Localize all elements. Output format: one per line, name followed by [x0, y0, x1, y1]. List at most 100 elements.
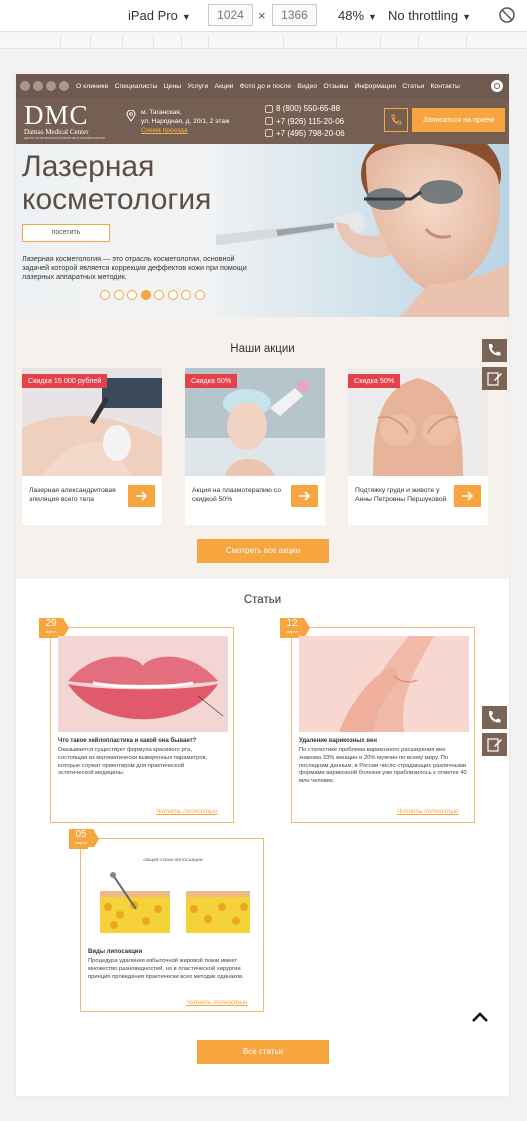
slider-dots	[100, 290, 208, 300]
promo-card[interactable]: Скидка 15 000 рублей Лазерная александри…	[22, 368, 162, 525]
read-more-link[interactable]: Читать полностью	[156, 808, 217, 815]
height-input[interactable]: 1366	[272, 4, 317, 26]
logo[interactable]: DMC Damas Medical Center ЦЕНТР ЭСТЕТИЧЕС…	[24, 101, 105, 140]
callback-button[interactable]	[384, 108, 408, 132]
slider-dot[interactable]	[127, 290, 137, 300]
callback-fab[interactable]	[482, 706, 507, 729]
phone-number[interactable]: 8 (800) 550-65-88	[276, 103, 345, 116]
slider-dot[interactable]	[194, 290, 205, 300]
slider-dot[interactable]	[113, 290, 124, 300]
hero-slider: Лазерная косметология посетить Лазерная …	[16, 144, 509, 317]
article-excerpt: По статистике проблема варикозного расши…	[299, 747, 467, 785]
read-more-link[interactable]: Читать полностью	[397, 808, 458, 815]
phone-icon	[265, 129, 273, 137]
callback-fab[interactable]	[482, 339, 507, 362]
write-fab[interactable]	[482, 733, 507, 756]
slider-dot[interactable]	[154, 290, 164, 300]
logo-tagline: ЦЕНТР ЭСТЕТИЧЕСКОЙ ХИРУРГИИ И КОСМЕТОЛОГ…	[24, 136, 105, 140]
devtools-toolbar: iPad Pro ▼ 1024 × 1366 48% ▼ No throttling…	[0, 0, 527, 32]
youtube-icon[interactable]	[46, 81, 56, 91]
chevron-down-icon: ▼	[181, 12, 191, 22]
hero-title: Лазерная косметология	[22, 150, 211, 216]
promo-arrow-button[interactable]	[454, 485, 481, 507]
article-excerpt: Оказывается существует формула красивого…	[58, 747, 208, 777]
promo-card[interactable]: Скидка 50% Подтяжку груди и животе у Анн…	[348, 368, 488, 525]
address-line: м. Таганская,	[141, 109, 182, 116]
section-title: Наши акции	[230, 343, 295, 355]
promo-arrow-button[interactable]	[128, 485, 155, 507]
chevron-down-icon: ▼	[462, 12, 472, 22]
address-line: ул. Народная, д. 20/1, 2 этаж	[141, 118, 230, 125]
article-date-badge: 12 марта	[280, 618, 310, 638]
width-input[interactable]: 1024	[208, 4, 253, 26]
instagram-icon[interactable]	[33, 81, 43, 91]
promo-text: Акция на плазмотерапию со скидкой 50%	[192, 487, 282, 503]
promo-card[interactable]: Скидка 50% Акция на плазмотерапию со ски…	[185, 368, 325, 525]
article-card[interactable]: 12 марта Удаление варикозных вен По стат…	[280, 618, 475, 823]
promotions-section: Наши акции Скидка 15 000 рублей Лазерная…	[16, 317, 509, 579]
throttling-select[interactable]: No throttling ▼	[388, 8, 471, 23]
hero-visit-button[interactable]: посетить	[22, 224, 110, 242]
map-pin-icon	[126, 110, 136, 122]
vk-icon[interactable]	[20, 81, 30, 91]
nav-item[interactable]: Услуги	[187, 83, 208, 90]
address: м. Таганская, ул. Народная, д. 20/1, 2 э…	[141, 108, 229, 135]
map-link[interactable]: Схема проезда	[141, 126, 229, 135]
camera-icon[interactable]	[59, 81, 69, 91]
article-date-badge: 05 марта	[69, 829, 99, 849]
slider-dot[interactable]	[181, 290, 191, 300]
nav-item[interactable]: Отзывы	[323, 83, 348, 90]
nav-item[interactable]: Акции	[214, 83, 233, 90]
phone-call-icon	[488, 344, 501, 356]
article-month: марта	[75, 840, 87, 845]
article-day: 29	[45, 618, 57, 629]
phone-number[interactable]: +7 (495) 798-20-06	[276, 128, 345, 141]
nav-item[interactable]: Видео	[297, 83, 317, 90]
search-icon[interactable]	[491, 80, 503, 92]
nav-item[interactable]: Фото до и после	[240, 83, 291, 90]
nav-item[interactable]: Контакты	[430, 83, 459, 90]
article-day: 05	[75, 829, 87, 840]
article-image	[58, 636, 228, 732]
hero-title-line: косметология	[22, 183, 212, 216]
slider-dot[interactable]	[167, 290, 178, 300]
nav-item[interactable]: Цены	[164, 83, 181, 90]
section-title: Статьи	[243, 594, 282, 606]
signup-button[interactable]: Записаться на прием	[412, 108, 505, 132]
article-card[interactable]: 29 марта Что такое хейлопластика и какой…	[39, 618, 234, 823]
promo-badge: Скидка 50%	[348, 374, 401, 388]
article-month: марта	[45, 629, 57, 634]
liposuction-diagram	[100, 872, 250, 933]
hero-title-line: Лазерная	[22, 150, 155, 183]
promo-text: Лазерная александритовая эпиляция всего …	[29, 487, 116, 503]
nav-menu: О клинике Специалисты Цены Услуги Акции …	[76, 83, 466, 90]
write-fab[interactable]	[482, 367, 507, 390]
scroll-to-top-icon[interactable]	[469, 1006, 491, 1028]
nav-item[interactable]: О клинике	[76, 83, 108, 90]
nav-item[interactable]: Статьи	[402, 83, 424, 90]
promo-arrow-button[interactable]	[291, 485, 318, 507]
read-more-link[interactable]: Читать полностью	[186, 999, 247, 1006]
all-promos-button[interactable]: Смотреть все акции	[197, 539, 329, 563]
article-image: ОБЩАЯ СХЕМА ЛИПОСАКЦИИ	[88, 847, 258, 943]
promo-badge: Скидка 50%	[185, 374, 238, 388]
slider-dot[interactable]	[100, 290, 110, 300]
edit-icon	[487, 372, 502, 386]
article-date-badge: 29 марта	[39, 618, 69, 638]
all-articles-button[interactable]: Все статьи	[197, 1040, 329, 1064]
article-month: марта	[286, 629, 298, 634]
article-card[interactable]: 05 марта ОБЩАЯ СХЕМА ЛИПОСАКЦИИ Виды лип…	[69, 829, 264, 1012]
dimension-separator: ×	[258, 8, 266, 23]
nav-item[interactable]: Специалисты	[115, 83, 158, 90]
slider-dot-active[interactable]	[140, 290, 151, 300]
article-excerpt: Процедура удаления избыточной жировой тк…	[88, 958, 244, 980]
zoom-select[interactable]: 48% ▼	[338, 8, 377, 23]
device-select[interactable]: iPad Pro ▼	[128, 8, 191, 23]
nav-item[interactable]: Информация	[354, 83, 396, 90]
rotate-icon[interactable]	[498, 6, 516, 24]
edit-icon	[487, 738, 502, 752]
phone-number[interactable]: +7 (926) 115-20-06	[276, 116, 345, 129]
phone-list: 8 (800) 550-65-88 +7 (926) 115-20-06 +7 …	[276, 103, 345, 141]
article-heading: Удаление варикозных вен	[299, 738, 377, 744]
arrow-right-icon	[299, 491, 311, 501]
